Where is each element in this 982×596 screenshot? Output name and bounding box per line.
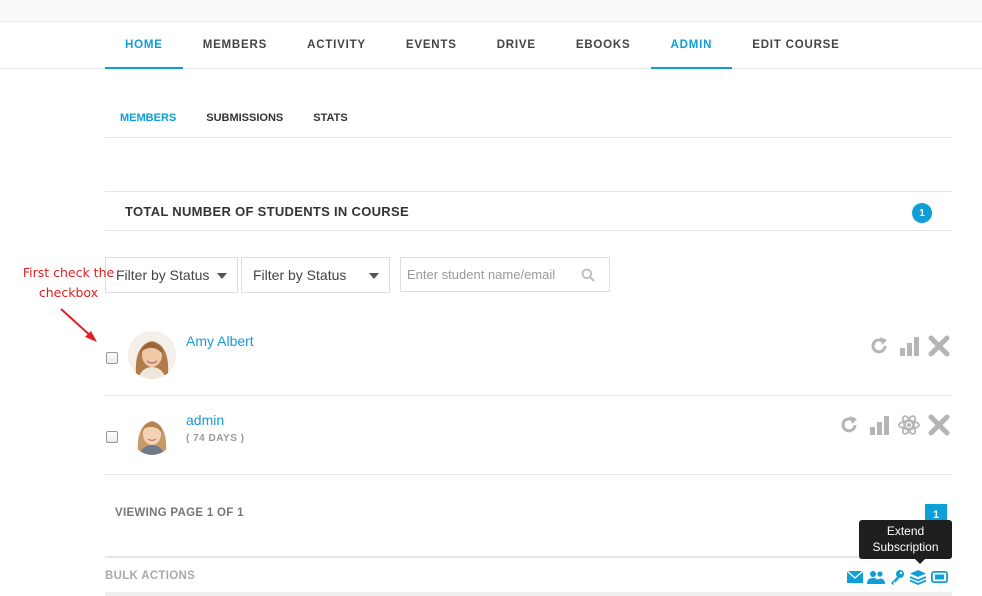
- status-filter-select-1[interactable]: Filter by Status: [105, 257, 238, 293]
- remove-close-icon[interactable]: [926, 412, 952, 438]
- pagination-text: VIEWING PAGE 1 OF 1: [115, 507, 244, 519]
- student-checkbox[interactable]: [106, 352, 118, 364]
- bulk-actions-label: BULK ACTIONS: [105, 570, 196, 582]
- tab-drive[interactable]: DRIVE: [477, 22, 556, 69]
- instruction-annotation: First check the checkbox: [22, 265, 115, 300]
- users-icon[interactable]: [867, 569, 885, 585]
- extend-subscription-tooltip: Extend Subscription: [859, 520, 952, 564]
- subtab-submissions[interactable]: SUBMISSIONS: [191, 99, 298, 137]
- course-main-nav: HOME MEMBERS ACTIVITY EVENTS DRIVE EBOOK…: [0, 22, 982, 69]
- key-icon[interactable]: [888, 569, 906, 585]
- caret-down-icon: [369, 273, 379, 279]
- tab-members[interactable]: MEMBERS: [183, 22, 287, 69]
- student-search-input[interactable]: [407, 267, 572, 282]
- avatar[interactable]: [128, 331, 176, 379]
- stats-bars-icon[interactable]: [866, 412, 892, 438]
- bulk-actions-bar: BULK ACTIONS: [105, 560, 952, 592]
- search-icon[interactable]: [581, 268, 595, 282]
- student-row: Amy Albert: [105, 317, 952, 396]
- student-name-link[interactable]: admin: [186, 412, 224, 428]
- layers-stack-icon[interactable]: [909, 569, 927, 585]
- subtab-members[interactable]: MEMBERS: [105, 99, 191, 137]
- avatar-female-icon: [128, 331, 176, 379]
- pagination-bar: VIEWING PAGE 1 OF 1 1: [105, 475, 952, 558]
- avatar-female-icon: [131, 413, 173, 455]
- avatar[interactable]: [131, 413, 173, 455]
- admin-sub-nav: MEMBERS SUBMISSIONS STATS: [105, 99, 952, 138]
- reset-refresh-icon[interactable]: [836, 412, 862, 438]
- status-filter-1-label: Filter by Status: [116, 267, 210, 283]
- status-filter-select-2[interactable]: Filter by Status: [241, 257, 390, 293]
- top-strip: [0, 0, 982, 22]
- reset-refresh-icon[interactable]: [866, 333, 892, 359]
- tab-home[interactable]: HOME: [105, 22, 183, 69]
- total-students-title: TOTAL NUMBER OF STUDENTS IN COURSE: [125, 203, 409, 219]
- student-actions: [836, 412, 952, 438]
- filter-bar: Filter by Status Filter by Status: [105, 257, 390, 293]
- stats-bars-icon[interactable]: [896, 333, 922, 359]
- student-checkbox[interactable]: [106, 431, 118, 443]
- subtab-stats[interactable]: STATS: [298, 99, 362, 137]
- bulk-action-icons: [846, 569, 948, 585]
- bottom-divider: [105, 592, 952, 596]
- status-filter-2-label: Filter by Status: [253, 267, 347, 283]
- tab-events[interactable]: EVENTS: [386, 22, 477, 69]
- student-actions: [866, 333, 952, 359]
- student-count-badge: 1: [912, 203, 932, 223]
- tab-admin[interactable]: ADMIN: [650, 22, 733, 69]
- student-name-link[interactable]: Amy Albert: [186, 333, 254, 349]
- atom-icon[interactable]: [896, 412, 922, 438]
- subscription-days-remaining: ( 74 DAYS ): [186, 433, 245, 444]
- tab-edit-course[interactable]: EDIT COURSE: [732, 22, 859, 69]
- annotation-arrow-icon: [60, 308, 97, 342]
- tab-activity[interactable]: ACTIVITY: [287, 22, 386, 69]
- student-row: admin ( 74 DAYS ): [105, 396, 952, 475]
- caret-down-icon: [217, 273, 227, 279]
- ticket-icon[interactable]: [930, 569, 948, 585]
- student-search: [400, 257, 610, 292]
- tab-ebooks[interactable]: EBOOKS: [556, 22, 651, 69]
- total-students-bar: TOTAL NUMBER OF STUDENTS IN COURSE 1: [105, 191, 952, 231]
- remove-close-icon[interactable]: [926, 333, 952, 359]
- email-icon[interactable]: [846, 569, 864, 585]
